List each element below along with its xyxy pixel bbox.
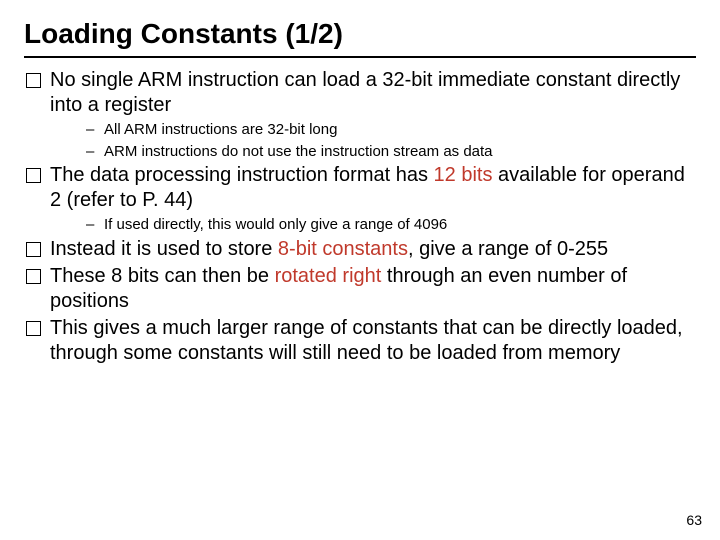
sub-item: All ARM instructions are 32-bit long bbox=[50, 120, 696, 140]
bullet-item: These 8 bits can then be rotated right t… bbox=[24, 264, 696, 314]
sub-list: If used directly, this would only give a… bbox=[50, 215, 696, 235]
bullet-text: No single ARM instruction can load a 32-… bbox=[50, 69, 680, 116]
bullet-text-post: , give a range of 0-255 bbox=[408, 238, 608, 260]
sub-item: If used directly, this would only give a… bbox=[50, 215, 696, 235]
slide-title: Loading Constants (1/2) bbox=[24, 18, 696, 58]
bullet-list: No single ARM instruction can load a 32-… bbox=[24, 68, 696, 366]
bullet-item: The data processing instruction format h… bbox=[24, 163, 696, 235]
bullet-text-pre: These 8 bits can then be bbox=[50, 265, 275, 287]
bullet-text: This gives a much larger range of consta… bbox=[50, 317, 683, 364]
highlight-text: 12 bits bbox=[434, 164, 493, 186]
bullet-item: This gives a much larger range of consta… bbox=[24, 316, 696, 366]
sub-item: ARM instructions do not use the instruct… bbox=[50, 142, 696, 162]
bullet-text-pre: Instead it is used to store bbox=[50, 238, 278, 260]
highlight-text: rotated right bbox=[275, 265, 382, 287]
bullet-item: No single ARM instruction can load a 32-… bbox=[24, 68, 696, 161]
bullet-text-pre: The data processing instruction format h… bbox=[50, 164, 434, 186]
highlight-text: 8-bit constants bbox=[278, 238, 408, 260]
bullet-item: Instead it is used to store 8-bit consta… bbox=[24, 237, 696, 262]
page-number: 63 bbox=[686, 512, 702, 528]
sub-list: All ARM instructions are 32-bit long ARM… bbox=[50, 120, 696, 161]
